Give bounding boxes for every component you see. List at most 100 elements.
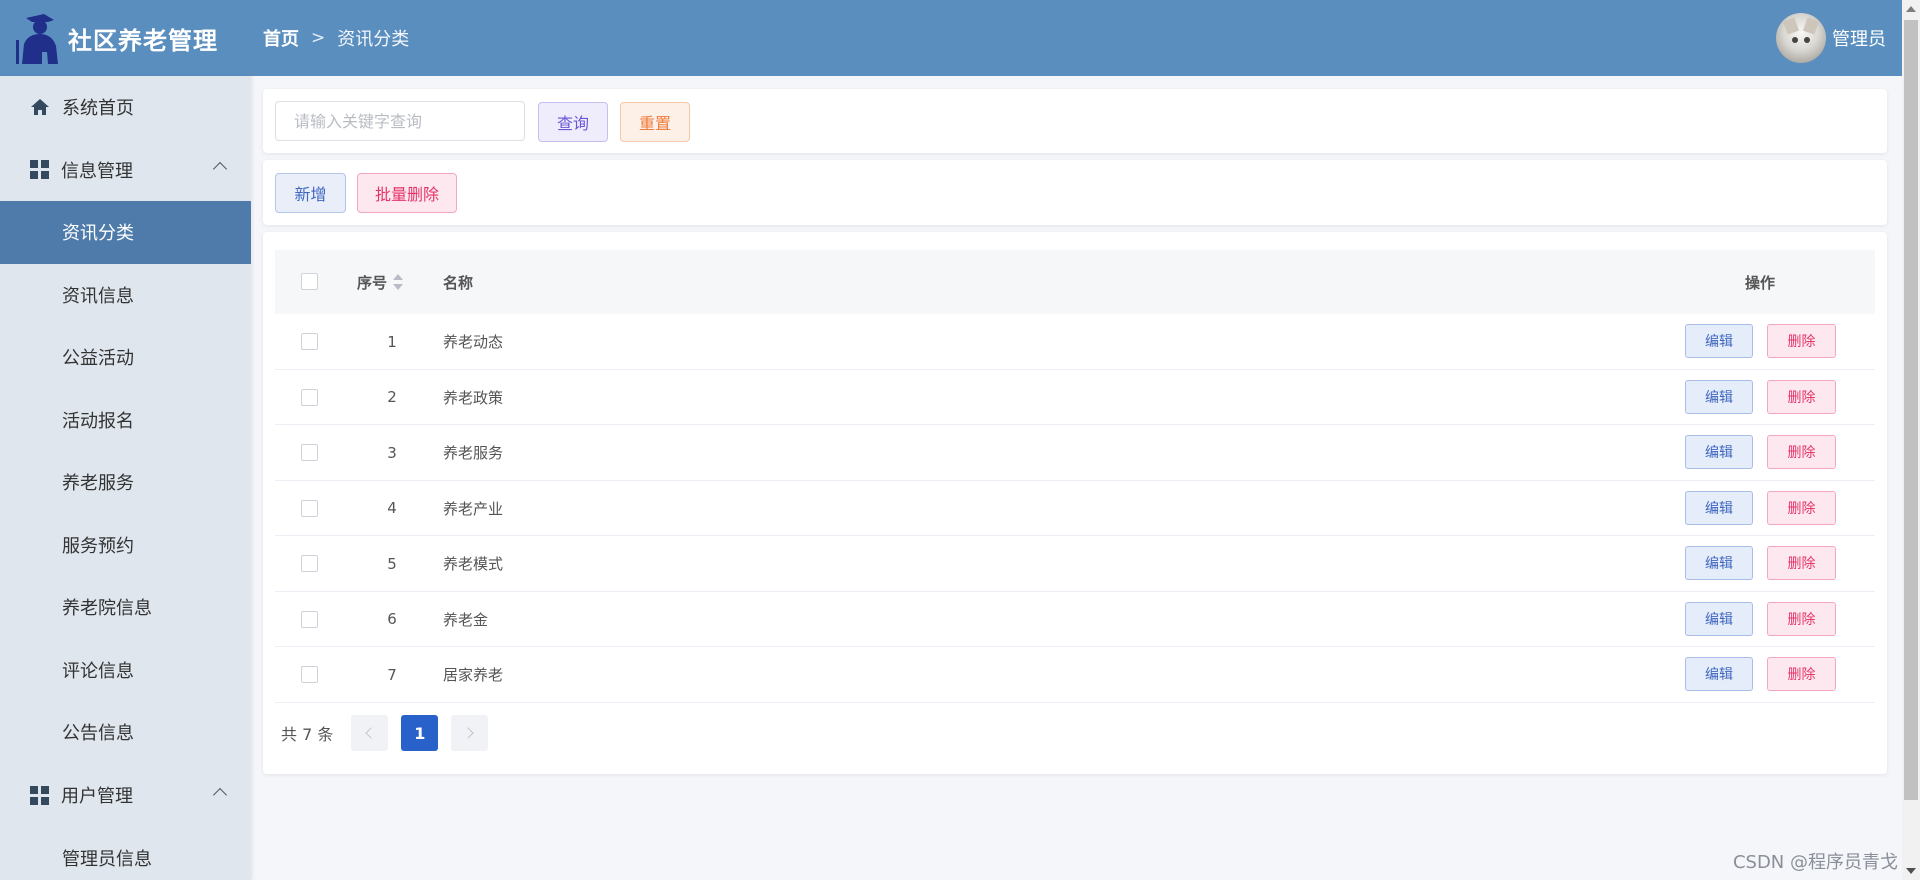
top-header: 社区养老管理 首页 > 资讯分类 管理员 xyxy=(0,0,1902,76)
scroll-down-icon[interactable] xyxy=(1906,868,1916,874)
pagination: 共 7 条 1 xyxy=(281,715,501,751)
search-input[interactable] xyxy=(275,101,525,141)
table-row: 7 居家养老 编辑 删除 xyxy=(275,647,1875,703)
page-number-button[interactable]: 1 xyxy=(401,715,439,751)
column-header-name: 名称 xyxy=(443,273,474,292)
add-button[interactable]: 新增 xyxy=(275,173,346,213)
table-row: 4 养老产业 编辑 删除 xyxy=(275,481,1875,536)
edit-button[interactable]: 编辑 xyxy=(1685,601,1753,636)
edit-button[interactable]: 编辑 xyxy=(1685,657,1753,691)
sidebar-group-info-management[interactable]: 信息管理 xyxy=(0,138,251,201)
query-button[interactable]: 查询 xyxy=(538,102,608,142)
grid-icon xyxy=(30,785,49,805)
grid-icon xyxy=(30,160,49,179)
row-index: 5 xyxy=(387,554,397,573)
sidebar-group-label: 用户管理 xyxy=(61,786,133,807)
row-index: 1 xyxy=(387,332,397,351)
sidebar: 系统首页 信息管理 资讯分类 资讯信息 公益活动 活动报名 养老服务 服务预约 … xyxy=(0,76,251,880)
action-panel: 新增 批量删除 xyxy=(263,160,1887,225)
table-row: 6 养老金 编辑 删除 xyxy=(275,592,1875,647)
row-index: 6 xyxy=(387,610,397,628)
chevron-left-icon xyxy=(365,727,378,739)
row-index: 4 xyxy=(387,499,397,517)
table-header: 序号 名称 操作 xyxy=(275,250,1875,314)
avatar[interactable] xyxy=(1776,13,1826,63)
sort-icon[interactable] xyxy=(393,274,404,290)
sidebar-item-elderly-service[interactable]: 养老服务 xyxy=(0,451,251,514)
delete-button[interactable]: 删除 xyxy=(1767,657,1836,691)
pagination-total: 共 7 条 xyxy=(281,725,334,744)
sidebar-item-service-booking[interactable]: 服务预约 xyxy=(0,514,251,577)
search-panel: 查询 重置 xyxy=(263,89,1887,153)
sidebar-item-charity-activity[interactable]: 公益活动 xyxy=(0,326,251,389)
table-row: 3 养老服务 编辑 删除 xyxy=(275,425,1875,481)
breadcrumb-home-link[interactable]: 首页 xyxy=(263,25,299,51)
chevron-up-icon xyxy=(212,787,228,802)
delete-button[interactable]: 删除 xyxy=(1767,490,1836,525)
edit-button[interactable]: 编辑 xyxy=(1685,435,1753,469)
column-header-index[interactable]: 序号 xyxy=(357,250,404,314)
chevron-right-icon xyxy=(462,727,475,739)
delete-button[interactable]: 删除 xyxy=(1767,324,1836,358)
row-checkbox[interactable] xyxy=(301,388,318,406)
sidebar-item-admin-info[interactable]: 管理员信息 xyxy=(0,827,251,880)
column-header-ops: 操作 xyxy=(1745,273,1776,292)
batch-delete-button[interactable]: 批量删除 xyxy=(357,173,457,213)
row-name: 养老产业 xyxy=(443,499,504,518)
sidebar-group-label: 信息管理 xyxy=(61,160,133,182)
edit-button[interactable]: 编辑 xyxy=(1685,324,1753,358)
select-all-checkbox[interactable] xyxy=(301,273,318,290)
row-name: 养老模式 xyxy=(443,555,504,573)
row-name: 养老金 xyxy=(443,610,489,629)
row-name: 养老政策 xyxy=(443,388,504,407)
sidebar-item-comments[interactable]: 评论信息 xyxy=(0,639,251,702)
logo: 社区养老管理 xyxy=(0,0,251,76)
sidebar-item-nursing-home[interactable]: 养老院信息 xyxy=(0,576,251,639)
reset-button[interactable]: 重置 xyxy=(620,102,690,142)
prev-page-button[interactable] xyxy=(351,715,389,751)
row-checkbox[interactable] xyxy=(301,499,318,517)
breadcrumb-separator-icon: > xyxy=(311,28,326,48)
delete-button[interactable]: 删除 xyxy=(1767,601,1836,636)
watermark: CSDN @程序员青戈 xyxy=(1732,852,1898,873)
edit-button[interactable]: 编辑 xyxy=(1685,546,1753,580)
table-row: 2 养老政策 编辑 删除 xyxy=(275,370,1875,425)
row-name: 养老动态 xyxy=(443,333,504,351)
home-icon xyxy=(31,99,49,115)
row-index: 7 xyxy=(387,665,397,684)
elderly-person-logo-icon xyxy=(16,14,58,64)
user-name[interactable]: 管理员 xyxy=(1832,25,1886,51)
row-index: 3 xyxy=(387,443,397,462)
table-row: 5 养老模式 编辑 删除 xyxy=(275,536,1875,592)
delete-button[interactable]: 删除 xyxy=(1767,435,1836,469)
app-title: 社区养老管理 xyxy=(68,26,218,55)
edit-button[interactable]: 编辑 xyxy=(1685,490,1753,525)
row-checkbox[interactable] xyxy=(301,555,318,572)
sidebar-group-user-management[interactable]: 用户管理 xyxy=(0,764,251,827)
breadcrumb: 首页 > 资讯分类 xyxy=(263,25,409,51)
breadcrumb-current: 资讯分类 xyxy=(337,29,410,50)
scrollbar-thumb[interactable] xyxy=(1904,20,1918,800)
row-checkbox[interactable] xyxy=(301,610,318,628)
next-page-button[interactable] xyxy=(451,715,489,751)
edit-button[interactable]: 编辑 xyxy=(1685,379,1753,414)
chevron-up-icon xyxy=(212,161,228,177)
user-menu[interactable]: 管理员 xyxy=(1776,0,1886,76)
row-checkbox[interactable] xyxy=(301,333,318,350)
delete-button[interactable]: 删除 xyxy=(1767,379,1836,414)
sidebar-item-notices[interactable]: 公告信息 xyxy=(0,701,251,764)
scroll-up-icon[interactable] xyxy=(1906,6,1916,12)
row-index: 2 xyxy=(387,388,397,406)
table-row: 1 养老动态 编辑 删除 xyxy=(275,314,1875,370)
row-checkbox[interactable] xyxy=(301,666,318,683)
sidebar-item-activity-signup[interactable]: 活动报名 xyxy=(0,389,251,452)
sidebar-item-home[interactable]: 系统首页 xyxy=(0,76,251,138)
sidebar-item-news-info[interactable]: 资讯信息 xyxy=(0,264,251,327)
scrollbar[interactable] xyxy=(1902,0,1920,880)
sidebar-item-news-category[interactable]: 资讯分类 xyxy=(0,201,251,264)
sidebar-item-label: 系统首页 xyxy=(62,98,134,119)
row-checkbox[interactable] xyxy=(301,444,318,461)
delete-button[interactable]: 删除 xyxy=(1767,546,1836,580)
row-name: 养老服务 xyxy=(443,444,504,462)
row-name: 居家养老 xyxy=(443,666,504,684)
